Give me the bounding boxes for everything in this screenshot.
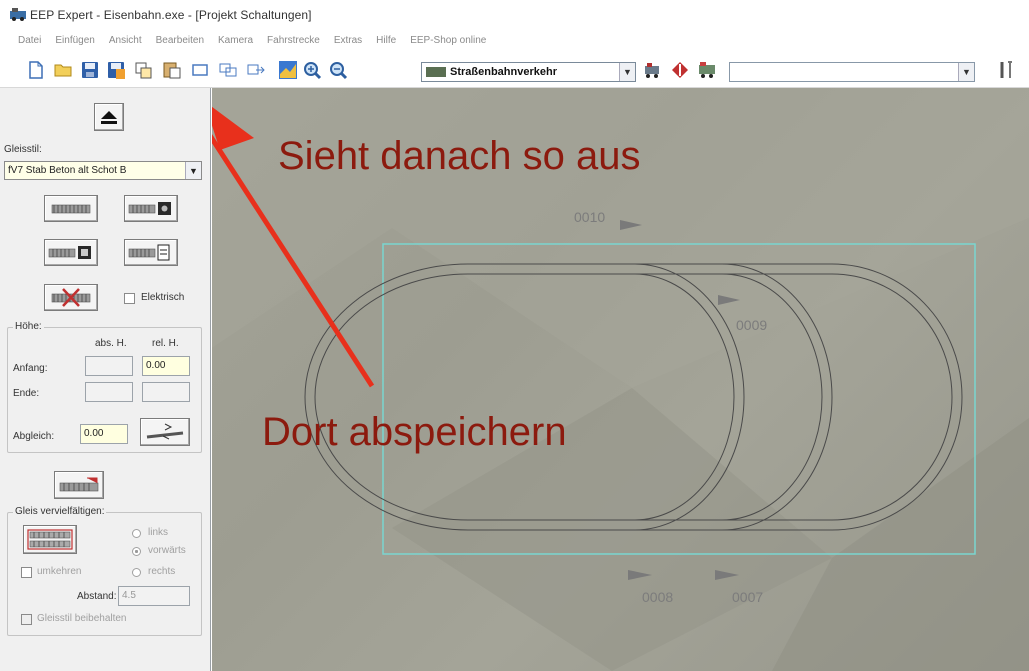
delete-track-icon <box>51 288 91 307</box>
search-select[interactable]: ▼ <box>729 62 975 82</box>
vorwaerts-label: vorwärts <box>148 545 186 556</box>
track-system-select[interactable]: Straßenbahnverkehr ▼ <box>421 62 636 82</box>
abs-h-label: abs. H. <box>95 338 127 349</box>
zoom-in-icon[interactable] <box>302 60 322 80</box>
abstand-field[interactable]: 4.5 <box>118 586 190 606</box>
gleisstil-value: fV7 Stab Beton alt Schot B <box>8 165 127 176</box>
track-label-0008: 0008 <box>642 589 674 605</box>
chevron-down-icon[interactable]: ▼ <box>958 63 974 81</box>
track-settings-icon <box>128 202 171 215</box>
title-bar: EEP Expert - Eisenbahn.exe - [Projekt Sc… <box>0 0 1029 30</box>
anfang-label: Anfang: <box>13 363 48 374</box>
track-right-button[interactable] <box>124 239 178 266</box>
height-adjust-icon <box>146 423 184 440</box>
menu-datei[interactable]: Datei <box>18 35 41 46</box>
tools-icon[interactable] <box>997 60 1017 80</box>
track-label-0007: 0007 <box>732 589 764 605</box>
chevron-down-icon[interactable]: ▼ <box>185 162 201 179</box>
umkehren-label: umkehren <box>37 566 82 577</box>
copy-icon[interactable] <box>134 60 154 80</box>
gleisstil-label: Gleisstil: <box>4 144 42 155</box>
track-right-icon <box>128 244 170 261</box>
elektrisch-label: Elektrisch <box>141 292 185 303</box>
ende-rel-field[interactable] <box>142 382 190 402</box>
menu-kamera[interactable]: Kamera <box>218 35 253 46</box>
eject-icon <box>101 111 117 124</box>
beibehalten-checkbox[interactable] <box>21 614 32 625</box>
track-label-0010: 0010 <box>574 209 606 225</box>
rotate-track-button[interactable] <box>54 471 104 499</box>
abgleich-field[interactable]: 0.00 <box>80 424 128 444</box>
links-radio[interactable] <box>132 529 141 538</box>
rechts-label: rechts <box>148 566 176 577</box>
hoehe-title: Höhe: <box>13 321 44 332</box>
menu-einfuegen[interactable]: Einfügen <box>55 35 94 46</box>
zoom-out-icon[interactable] <box>328 60 348 80</box>
move-icon[interactable] <box>246 60 266 80</box>
menu-hilfe[interactable]: Hilfe <box>376 35 396 46</box>
menu-bar: Datei Einfügen Ansicht Bearbeiten Kamera… <box>0 30 1029 50</box>
collapse-button[interactable] <box>94 103 124 131</box>
chevron-down-icon[interactable]: ▼ <box>619 63 635 81</box>
multiply-track-icon <box>27 529 73 550</box>
menu-bearbeiten[interactable]: Bearbeiten <box>156 35 204 46</box>
vervielf-title: Gleis vervielfältigen: <box>13 506 107 517</box>
track-label-0009: 0009 <box>736 317 768 333</box>
duplicate-icon[interactable] <box>218 60 238 80</box>
vorwaerts-radio[interactable] <box>132 547 141 556</box>
open-folder-icon[interactable] <box>53 60 73 80</box>
rel-h-label: rel. H. <box>152 338 179 349</box>
abgleich-label: Abgleich: <box>13 431 55 442</box>
save-as-icon[interactable] <box>106 60 126 80</box>
track-system-value: Straßenbahnverkehr <box>450 66 557 78</box>
new-file-icon[interactable] <box>26 60 46 80</box>
menu-eep-shop[interactable]: EEP-Shop online <box>410 35 486 46</box>
annotation-sieht-danach: Sieht danach so aus <box>278 134 641 178</box>
elektrisch-checkbox[interactable] <box>124 293 135 304</box>
links-label: links <box>148 527 169 538</box>
anfang-rel-field[interactable]: 0.00 <box>142 356 190 376</box>
anfang-abs-field[interactable] <box>85 356 133 376</box>
delete-track-button[interactable] <box>44 284 98 311</box>
multiply-track-button[interactable] <box>23 525 77 554</box>
abstand-label: Abstand: <box>77 591 117 602</box>
straight-track-button[interactable] <box>44 195 98 222</box>
app-icon <box>10 8 26 21</box>
track-left-icon <box>48 246 91 259</box>
umkehren-checkbox[interactable] <box>21 567 32 578</box>
gleisstil-select[interactable]: fV7 Stab Beton alt Schot B ▼ <box>4 161 202 180</box>
signal-icon[interactable] <box>670 60 690 80</box>
map-icon[interactable] <box>278 60 298 80</box>
ende-abs-field[interactable] <box>85 382 133 402</box>
annotation-dort-abspeichern: Dort abspeichern <box>262 410 567 454</box>
menu-ansicht[interactable]: Ansicht <box>109 35 142 46</box>
track-flip-icon <box>59 477 99 492</box>
rechts-radio[interactable] <box>132 568 141 577</box>
beibehalten-label: Gleisstil beibehalten <box>37 613 127 624</box>
train-icon[interactable] <box>643 60 663 80</box>
ende-label: Ende: <box>13 388 40 399</box>
menu-extras[interactable]: Extras <box>334 35 362 46</box>
track-editor-panel: Gleisstil: fV7 Stab Beton alt Schot B ▼ <box>0 88 211 671</box>
straight-track-icon <box>51 204 91 214</box>
track-system-swatch <box>426 67 446 77</box>
goods-wagon-icon[interactable] <box>697 60 717 80</box>
track-edit-button[interactable] <box>124 195 178 222</box>
layout-viewport[interactable]: 0010 0009 0008 0007 Sieht danach so aus … <box>212 88 1029 671</box>
window-title: EEP Expert - Eisenbahn.exe - [Projekt Sc… <box>30 8 312 22</box>
select-rect-icon[interactable] <box>190 60 210 80</box>
save-icon[interactable] <box>80 60 100 80</box>
abgleich-button[interactable] <box>140 418 190 446</box>
menu-fahrstrecke[interactable]: Fahrstrecke <box>267 35 320 46</box>
paste-icon[interactable] <box>162 60 182 80</box>
track-left-button[interactable] <box>44 239 98 266</box>
